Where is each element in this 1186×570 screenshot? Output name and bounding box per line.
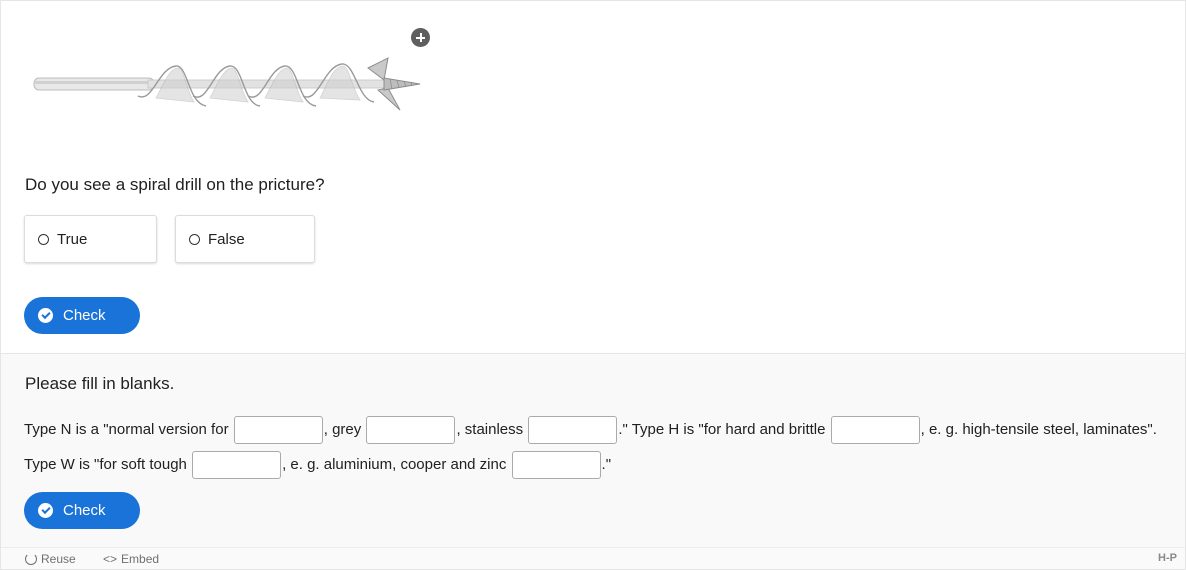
- embed-label: Embed: [121, 552, 160, 566]
- text-segment: Type N is a "normal version for: [24, 421, 229, 438]
- blanks-intro: Please fill in blanks.: [25, 374, 175, 393]
- check-button[interactable]: Check: [24, 297, 140, 334]
- reuse-button[interactable]: Reuse: [25, 552, 76, 566]
- check-circle-icon: [38, 503, 53, 518]
- answer-true-label: True: [57, 230, 88, 248]
- text-segment: , grey: [323, 421, 362, 438]
- answer-false-label: False: [208, 230, 245, 248]
- check-button-label: Check: [63, 307, 106, 324]
- footer-bar: Reuse <> Embed H-P: [1, 547, 1185, 569]
- blank-input-1[interactable]: [233, 416, 323, 445]
- embed-button[interactable]: <> Embed: [103, 552, 159, 566]
- check-button-label: Check: [63, 502, 106, 519]
- text-segment: , e. g. aluminium, cooper and zinc: [282, 456, 507, 473]
- question-text: Do you see a spiral drill on the prictur…: [25, 175, 325, 194]
- text-segment: ." Type H is "for hard and brittle: [618, 421, 826, 438]
- check-circle-icon: [38, 308, 53, 323]
- spiral-drill-image: [33, 57, 421, 111]
- h5p-logo[interactable]: H-P: [1158, 552, 1177, 564]
- radio-icon[interactable]: [38, 233, 49, 245]
- question-image[interactable]: [28, 28, 438, 128]
- reuse-label: Reuse: [41, 552, 76, 566]
- radio-icon[interactable]: [189, 233, 200, 245]
- text-segment: .": [601, 456, 612, 473]
- answer-false[interactable]: False: [175, 215, 315, 263]
- answer-true[interactable]: True: [24, 215, 157, 263]
- embed-icon: <>: [103, 552, 118, 566]
- blanks-text: Type N is a "normal version for , grey ,…: [24, 412, 1164, 482]
- blank-input-2[interactable]: [366, 416, 456, 445]
- expand-image-icon[interactable]: [411, 28, 430, 47]
- blank-input-3[interactable]: [528, 416, 618, 445]
- text-segment: , stainless: [456, 421, 524, 438]
- blank-input-4[interactable]: [830, 416, 920, 445]
- blank-input-5[interactable]: [192, 451, 282, 480]
- blank-input-6[interactable]: [511, 451, 601, 480]
- reuse-icon: [25, 553, 37, 565]
- check-button-2[interactable]: Check: [24, 492, 140, 529]
